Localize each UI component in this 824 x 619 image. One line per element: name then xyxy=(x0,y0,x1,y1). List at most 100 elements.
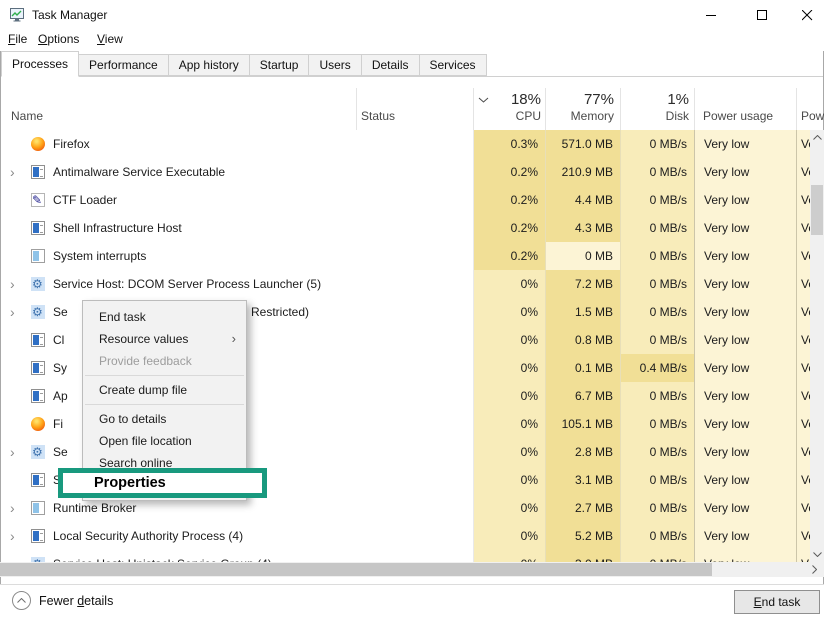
tab-performance[interactable]: Performance xyxy=(79,54,169,76)
cpu-cell: 0% xyxy=(473,410,545,438)
properties-highlight-annotation[interactable]: Properties xyxy=(58,468,267,498)
menu-options[interactable]: Options xyxy=(38,32,79,46)
menu-file[interactable]: File xyxy=(8,32,27,46)
memory-cell: 0.1 MB xyxy=(545,354,620,382)
menu-separator xyxy=(85,375,244,376)
power-usage-cell: Very low xyxy=(694,158,796,186)
memory-cell: 4.4 MB xyxy=(545,186,620,214)
disk-cell: 0 MB/s xyxy=(620,522,694,550)
disk-cell: 0 MB/s xyxy=(620,382,694,410)
menu-separator xyxy=(85,404,244,405)
menu-view[interactable]: View xyxy=(97,32,123,46)
tab-processes[interactable]: Processes xyxy=(1,51,79,77)
expand-chevron-icon[interactable]: › xyxy=(10,522,15,550)
horizontal-scrollbar[interactable] xyxy=(0,562,824,577)
disk-cell: 0 MB/s xyxy=(620,214,694,242)
power-trend-cell: Ve xyxy=(796,270,811,298)
expand-chevron-icon[interactable]: › xyxy=(10,438,15,466)
table-row[interactable]: CTF Loader 0.2% 4.4 MB 0 MB/s Very low V… xyxy=(1,186,823,214)
table-header: Name Status 18% CPU 77% Memory 1% Disk P… xyxy=(1,88,823,131)
process-name: Shell Infrastructure Host xyxy=(53,214,182,242)
vertical-scrollbar-thumb[interactable] xyxy=(811,185,823,235)
menu-item-end-task[interactable]: End task xyxy=(83,306,246,328)
power-usage-cell: Very low xyxy=(694,466,796,494)
pen-icon xyxy=(31,193,45,207)
memory-cell: 2.8 MB xyxy=(545,438,620,466)
disk-cell: 0 MB/s xyxy=(620,438,694,466)
tab-services[interactable]: Services xyxy=(420,54,487,76)
menu-item-go-to-details[interactable]: Go to details xyxy=(83,408,246,430)
column-header-memory[interactable]: Memory xyxy=(544,109,614,123)
power-trend-cell: Ve xyxy=(796,298,811,326)
maximize-button[interactable] xyxy=(745,0,779,30)
cpu-total-usage: 18% xyxy=(471,91,541,108)
scroll-right-icon[interactable] xyxy=(806,562,822,577)
power-trend-cell: Ve xyxy=(796,130,811,158)
power-trend-cell: Ve xyxy=(796,326,811,354)
menu-item-create-dump-file[interactable]: Create dump file xyxy=(83,379,246,401)
scroll-up-icon[interactable] xyxy=(810,130,824,145)
disk-cell: 0 MB/s xyxy=(620,466,694,494)
power-trend-cell: Ve xyxy=(796,522,811,550)
power-usage-cell: Very low xyxy=(694,214,796,242)
maximize-icon xyxy=(757,10,767,20)
power-usage-cell: Very low xyxy=(694,438,796,466)
tab-details[interactable]: Details xyxy=(362,54,420,76)
power-trend-cell: Ve xyxy=(796,550,811,562)
tab-app-history[interactable]: App history xyxy=(169,54,250,76)
memory-cell: 2.7 MB xyxy=(545,494,620,522)
memory-cell: 105.1 MB xyxy=(545,410,620,438)
end-task-button[interactable]: End task xyxy=(734,590,820,614)
expand-chevron-icon[interactable]: › xyxy=(10,158,15,186)
power-trend-cell: Ve xyxy=(796,214,811,242)
firefox-icon xyxy=(31,417,45,431)
process-name: Cl xyxy=(53,326,64,354)
scroll-down-icon[interactable] xyxy=(810,547,824,562)
column-header-power-usage[interactable]: Power usage xyxy=(703,109,773,123)
table-row[interactable]: › Local Security Authority Process (4) 0… xyxy=(1,522,823,550)
column-header-disk[interactable]: Disk xyxy=(619,109,689,123)
cpu-cell: 0% xyxy=(473,270,545,298)
close-icon xyxy=(802,10,813,21)
chevron-up-circle-icon xyxy=(12,591,31,610)
gear-icon xyxy=(31,445,45,459)
table-row[interactable]: Firefox 0.3% 571.0 MB 0 MB/s Very low Ve xyxy=(1,130,823,158)
expand-chevron-icon[interactable]: › xyxy=(10,270,15,298)
gear-icon xyxy=(31,305,45,319)
power-trend-cell: Ve xyxy=(796,158,811,186)
memory-cell: 1.5 MB xyxy=(545,298,620,326)
column-header-power-usage-trend[interactable]: Pow xyxy=(801,109,824,123)
column-header-name[interactable]: Name xyxy=(11,109,43,123)
expand-chevron-icon[interactable]: › xyxy=(10,494,15,522)
expand-chevron-icon[interactable]: › xyxy=(10,550,15,562)
vertical-scrollbar[interactable] xyxy=(810,130,824,562)
fewer-details-toggle[interactable]: Fewer details xyxy=(12,591,113,610)
close-button[interactable] xyxy=(790,0,824,30)
power-trend-cell: Ve xyxy=(796,410,811,438)
table-row[interactable]: › Service Host: DCOM Server Process Laun… xyxy=(1,270,823,298)
app-window-icon xyxy=(31,361,45,375)
disk-cell: 0 MB/s xyxy=(620,270,694,298)
minimize-button[interactable] xyxy=(694,0,728,30)
horizontal-scrollbar-thumb[interactable] xyxy=(0,563,712,576)
table-row[interactable]: › Antimalware Service Executable 0.2% 21… xyxy=(1,158,823,186)
disk-cell: 0 MB/s xyxy=(620,550,694,562)
table-row[interactable]: Shell Infrastructure Host 0.2% 4.3 MB 0 … xyxy=(1,214,823,242)
window-title: Task Manager xyxy=(32,8,107,22)
memory-cell: 0 MB xyxy=(545,242,620,270)
expand-chevron-icon[interactable]: › xyxy=(10,298,15,326)
tab-startup[interactable]: Startup xyxy=(250,54,310,76)
table-row[interactable]: › Service Host: Unistack Service Group (… xyxy=(1,550,823,562)
table-row[interactable]: System interrupts 0.2% 0 MB 0 MB/s Very … xyxy=(1,242,823,270)
column-header-status[interactable]: Status xyxy=(361,109,395,123)
tab-strip: Processes Performance App history Startu… xyxy=(1,51,823,77)
power-usage-cell: Very low xyxy=(694,242,796,270)
power-usage-cell: Very low xyxy=(694,298,796,326)
column-header-cpu[interactable]: CPU xyxy=(471,109,541,123)
power-trend-cell: Ve xyxy=(796,438,811,466)
menu-item-resource-values[interactable]: Resource values xyxy=(83,328,246,350)
process-name: Sy xyxy=(53,354,67,382)
tab-users[interactable]: Users xyxy=(309,54,361,76)
process-name: CTF Loader xyxy=(53,186,117,214)
menu-item-open-file-location[interactable]: Open file location xyxy=(83,430,246,452)
